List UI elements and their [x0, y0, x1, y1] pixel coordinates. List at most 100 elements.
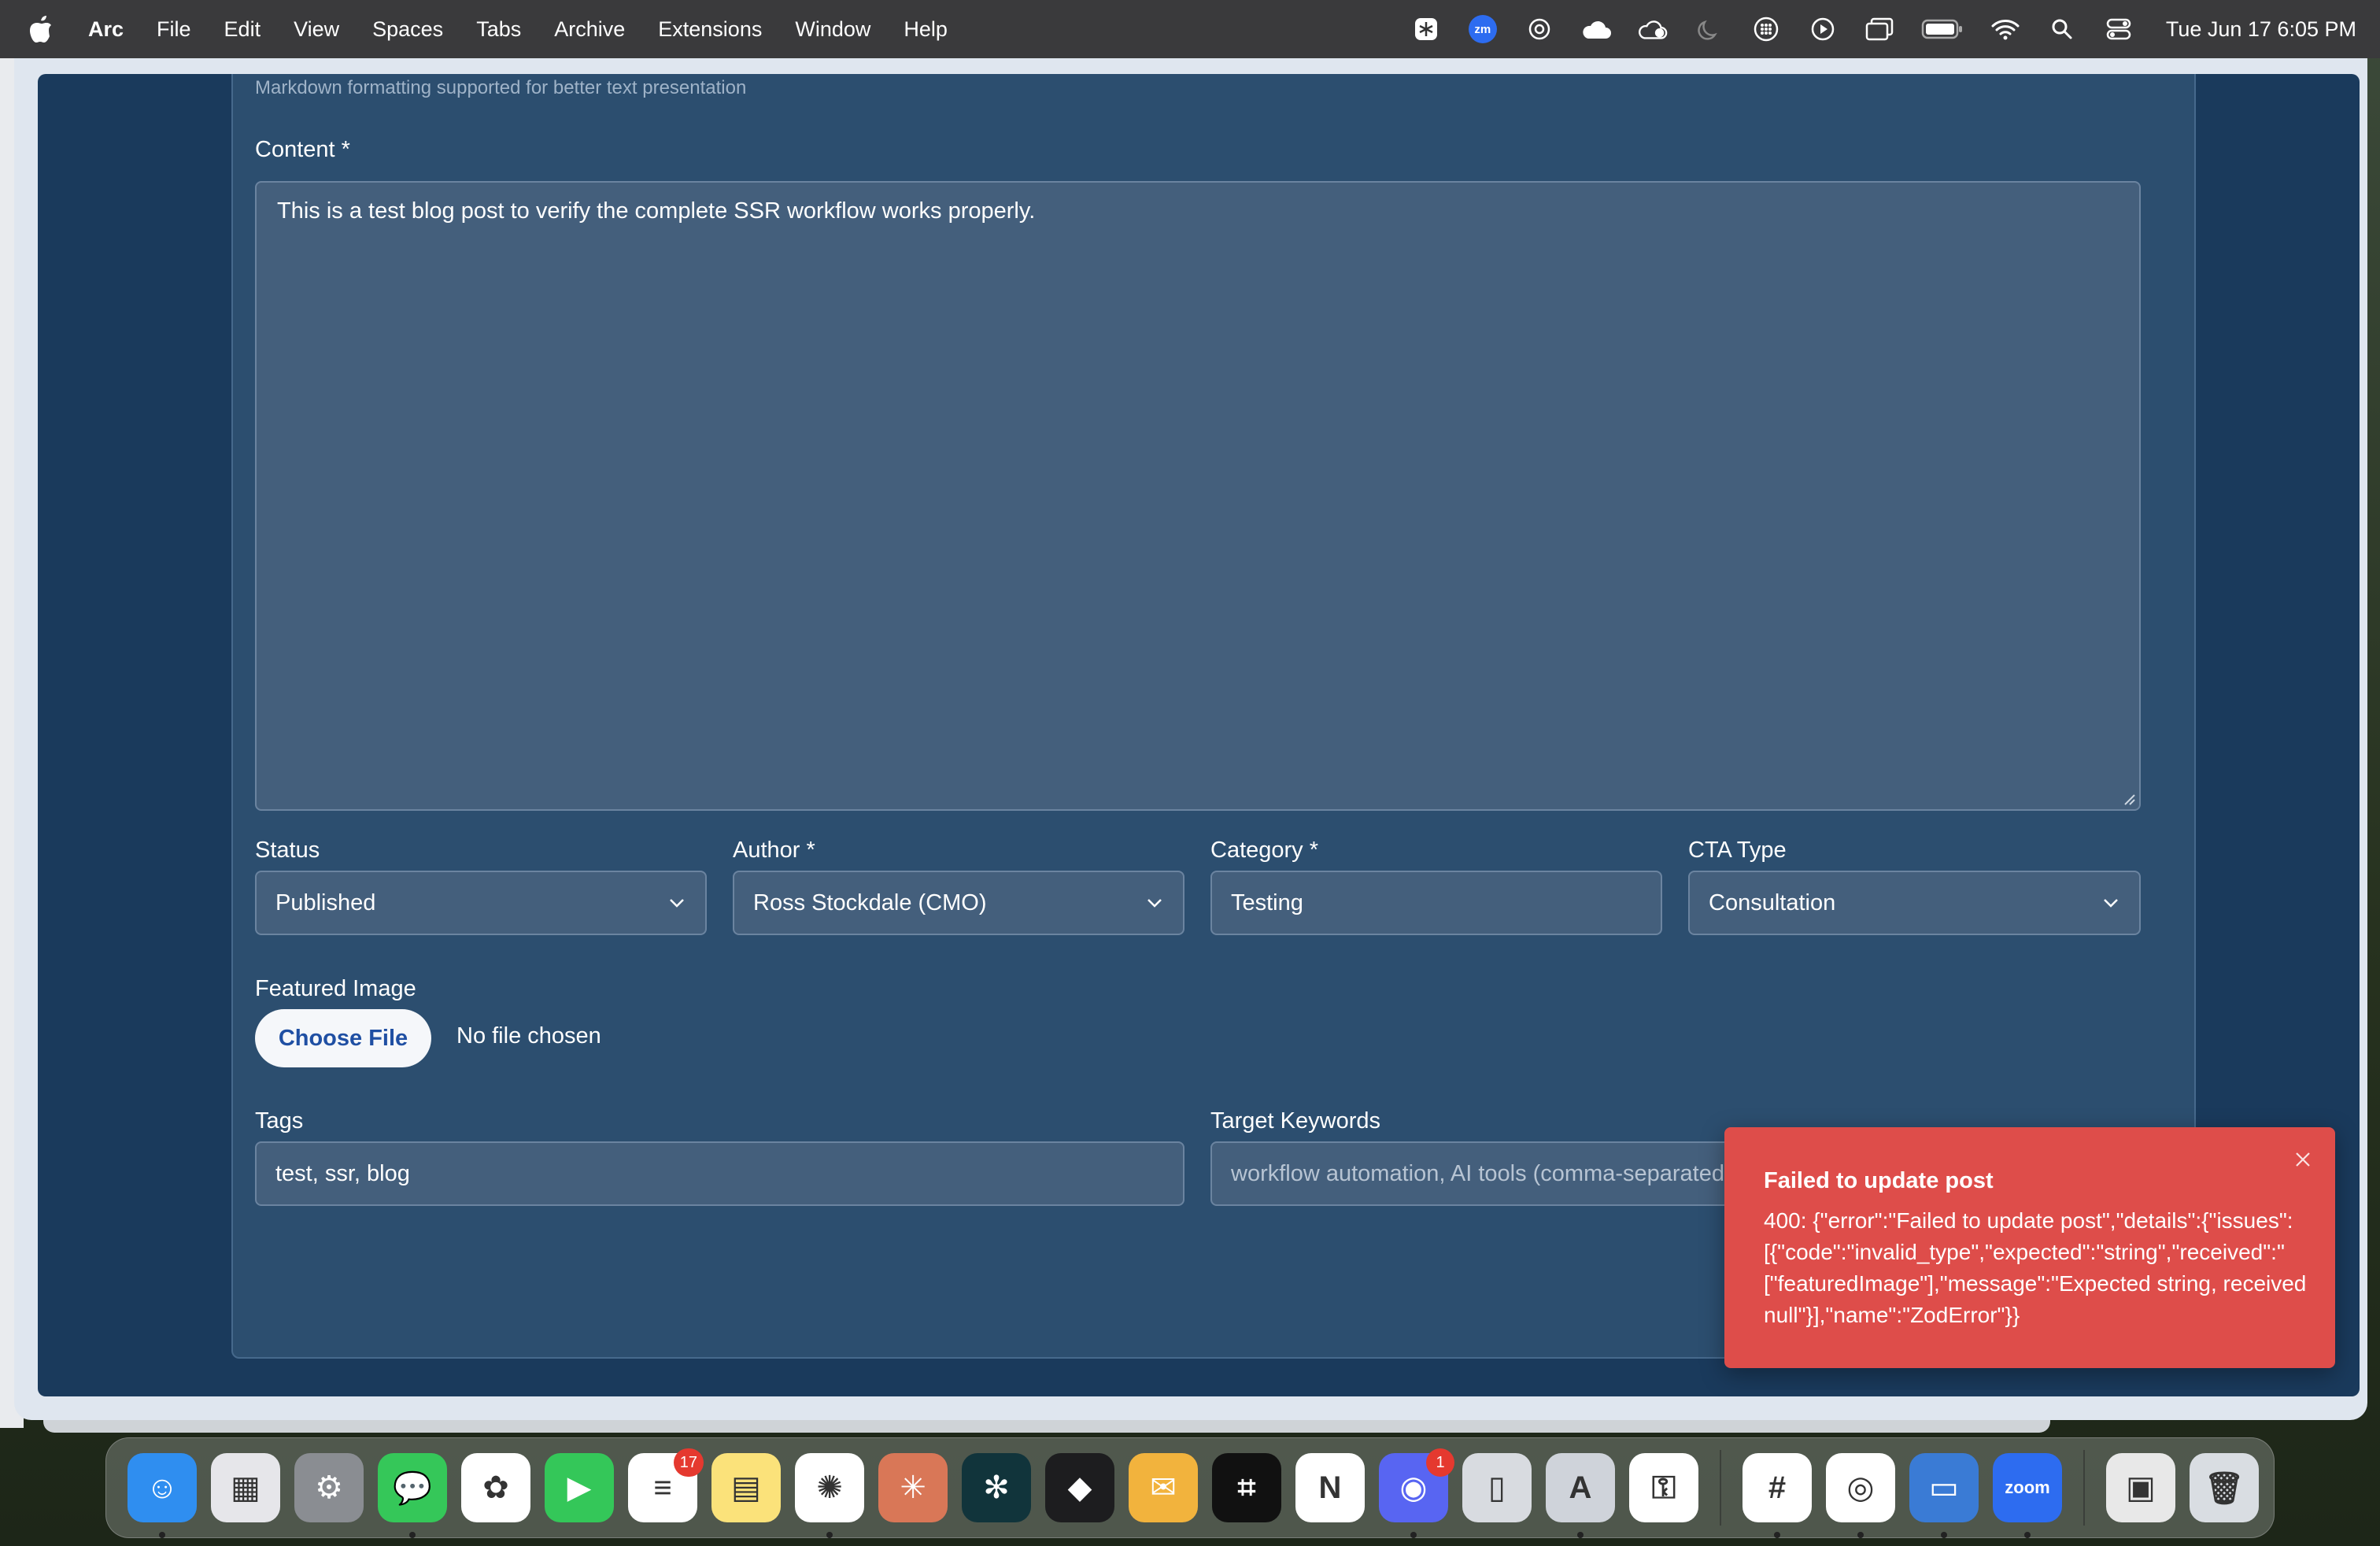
- zoom-glyph: zoom: [2005, 1478, 2050, 1497]
- claude-glyph: ✳: [900, 1470, 926, 1505]
- dock-screen-sharing-icon[interactable]: ▭: [1909, 1453, 1979, 1538]
- content-textarea[interactable]: This is a test blog post to verify the c…: [255, 181, 2141, 811]
- menu-bar: Arc File Edit View Spaces Tabs Archive E…: [0, 0, 2380, 58]
- notes-glyph: ▤: [731, 1470, 761, 1505]
- dock-chrome-icon[interactable]: ◎: [1826, 1453, 1895, 1538]
- running-indicator: [1577, 1532, 1584, 1538]
- menubar-clock[interactable]: Tue Jun 17 6:05 PM: [2166, 17, 2356, 42]
- dock-separator: [1720, 1450, 1721, 1526]
- apple-menu-icon[interactable]: [28, 12, 58, 46]
- zoom-icon[interactable]: zm: [1467, 13, 1499, 45]
- window-icon[interactable]: [1864, 13, 1895, 45]
- dock-passwords-icon[interactable]: ⚿: [1629, 1453, 1698, 1522]
- menu-view[interactable]: View: [294, 17, 339, 42]
- running-indicator: [1941, 1532, 1947, 1538]
- running-indicator: [1774, 1532, 1780, 1538]
- dock-notion-icon[interactable]: N: [1295, 1453, 1365, 1522]
- dock-chatgpt-icon[interactable]: ✺: [795, 1453, 864, 1538]
- chevron-down-icon: [2101, 893, 2120, 912]
- dock-photos-icon[interactable]: ✿: [461, 1453, 530, 1522]
- tags-label: Tags: [255, 1108, 304, 1134]
- dock: ☺ ▦ ⚙ 💬 ✿ ▶ ≡ 17 ▤ ✺ ✳ ✻ ◆ ✉ ⌗ N ◉ 1 ▯ A ⚿ # ◎ ▭ zoom ▣ 🗑: [105, 1437, 2275, 1538]
- menu-window[interactable]: Window: [795, 17, 870, 42]
- trash-glyph: 🗑: [2204, 1470, 2245, 1506]
- file-status-text: No file chosen: [456, 1023, 601, 1049]
- screenshot-glyph: ⌗: [1237, 1470, 1256, 1505]
- dock-iphone-mirroring-icon[interactable]: ▯: [1462, 1453, 1532, 1522]
- iphone-mirroring-glyph: ▯: [1488, 1470, 1506, 1505]
- dock-zoom-icon[interactable]: zoom: [1993, 1453, 2062, 1538]
- airmail-glyph: ✉: [1150, 1470, 1177, 1505]
- passwords-glyph: ⚿: [1651, 1470, 1676, 1505]
- running-indicator: [159, 1532, 165, 1538]
- menu-file[interactable]: File: [157, 17, 191, 42]
- finder-glyph: ☺: [146, 1470, 179, 1505]
- dock-reminders-icon[interactable]: ≡ 17: [628, 1448, 704, 1522]
- dock-airmail-icon[interactable]: ✉: [1129, 1453, 1198, 1522]
- dock-perplexity-icon[interactable]: ✻: [962, 1453, 1031, 1522]
- running-indicator: [1410, 1532, 1417, 1538]
- close-icon[interactable]: [2291, 1148, 2315, 1171]
- dock-craft-icon[interactable]: A: [1546, 1453, 1615, 1538]
- dock-finder-icon[interactable]: ☺: [128, 1453, 197, 1538]
- category-input[interactable]: Testing: [1210, 871, 1662, 935]
- dock-raycast-icon[interactable]: ◆: [1045, 1453, 1114, 1522]
- perplexity-glyph: ✻: [983, 1470, 1010, 1505]
- dock-messages-icon[interactable]: 💬: [378, 1453, 447, 1538]
- dock-screenshot-icon[interactable]: ⌗: [1212, 1453, 1281, 1522]
- battery-icon[interactable]: [1920, 13, 1964, 45]
- running-indicator: [409, 1532, 416, 1538]
- markdown-hint: Markdown formatting supported for better…: [255, 77, 747, 98]
- author-select[interactable]: Ross Stockdale (CMO): [733, 871, 1184, 935]
- dock-trash-icon[interactable]: 🗑: [2190, 1453, 2259, 1522]
- menu-archive[interactable]: Archive: [554, 17, 625, 42]
- search-icon[interactable]: [2046, 13, 2078, 45]
- content-label: Content *: [255, 137, 350, 162]
- grid-icon[interactable]: [1750, 13, 1782, 45]
- category-value: Testing: [1231, 890, 1303, 915]
- reminders-glyph: ≡: [653, 1470, 672, 1505]
- menu-help[interactable]: Help: [904, 17, 948, 42]
- target-keywords-label: Target Keywords: [1210, 1108, 1380, 1134]
- facetime-glyph: ▶: [567, 1470, 592, 1505]
- menu-extensions[interactable]: Extensions: [658, 17, 762, 42]
- notification-badge: 1: [1426, 1448, 1454, 1477]
- notion-glyph: N: [1318, 1470, 1342, 1505]
- chatgpt-icon[interactable]: [1524, 13, 1555, 45]
- dock-system-settings-icon[interactable]: ⚙: [294, 1453, 364, 1522]
- discord-glyph: ◉: [1399, 1470, 1428, 1505]
- menu-app-name[interactable]: Arc: [88, 17, 124, 42]
- wifi-icon[interactable]: [1990, 13, 2021, 45]
- dock-downloads-stack-icon[interactable]: ▣: [2106, 1453, 2175, 1522]
- control-center-icon[interactable]: [2103, 13, 2134, 45]
- perplexity-icon[interactable]: [1410, 13, 1442, 45]
- choose-file-button[interactable]: Choose File: [255, 1009, 431, 1067]
- zoom-badge-label: zm: [1468, 15, 1497, 43]
- status-value: Published: [275, 890, 376, 915]
- cta-type-select[interactable]: Consultation: [1688, 871, 2141, 935]
- status-select[interactable]: Published: [255, 871, 707, 935]
- dock-slack-icon[interactable]: #: [1743, 1453, 1812, 1538]
- cloud-sync-icon[interactable]: [1637, 13, 1669, 45]
- notification-badge: 17: [673, 1448, 704, 1477]
- moon-icon[interactable]: [1694, 13, 1725, 45]
- dock-launchpad-icon[interactable]: ▦: [211, 1453, 280, 1522]
- menu-edit[interactable]: Edit: [224, 17, 261, 42]
- content-text: This is a test blog post to verify the c…: [277, 198, 1036, 224]
- running-indicator: [2024, 1532, 2031, 1538]
- raycast-glyph: ◆: [1067, 1470, 1092, 1505]
- cta-type-label: CTA Type: [1688, 838, 1787, 863]
- cloud-icon[interactable]: [1580, 13, 1612, 45]
- screen-sharing-glyph: ▭: [1929, 1470, 1959, 1505]
- dock-facetime-icon[interactable]: ▶: [545, 1453, 614, 1522]
- photos-glyph: ✿: [482, 1470, 509, 1505]
- play-icon[interactable]: [1807, 13, 1839, 45]
- tags-input[interactable]: test, ssr, blog: [255, 1141, 1184, 1206]
- menu-spaces[interactable]: Spaces: [372, 17, 443, 42]
- running-indicator: [826, 1532, 833, 1538]
- menu-tabs[interactable]: Tabs: [476, 17, 521, 42]
- dock-claude-icon[interactable]: ✳: [878, 1453, 948, 1522]
- dock-notes-icon[interactable]: ▤: [711, 1453, 781, 1522]
- resize-grip-icon[interactable]: [2122, 792, 2136, 806]
- dock-discord-icon[interactable]: ◉ 1: [1379, 1448, 1454, 1538]
